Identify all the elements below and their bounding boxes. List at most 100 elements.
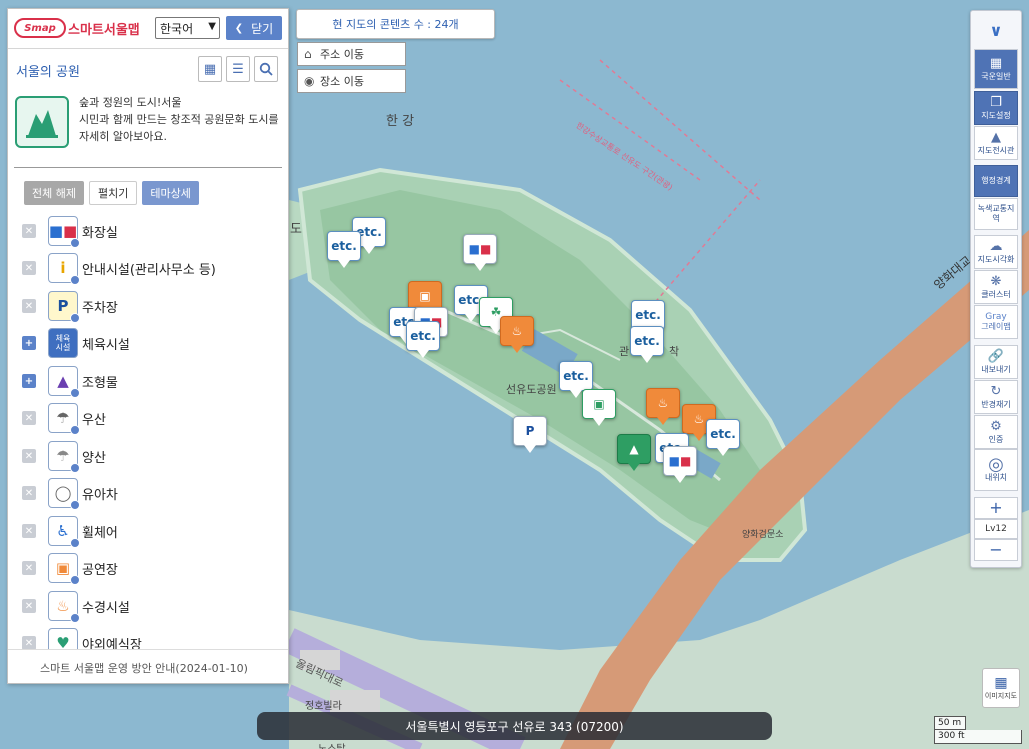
grid-view-button[interactable]: ▦ xyxy=(198,56,222,82)
auth-button[interactable]: ⚙ 인증 xyxy=(974,415,1018,449)
panel-footer: 스마트 서울맵 운영 방안 안내(2024-01-10) xyxy=(8,649,288,683)
category-item-sports[interactable]: + 체육 시설 체육시설 xyxy=(22,326,284,360)
category-label: 체육시설 xyxy=(82,337,130,353)
list-icon: ☰ xyxy=(232,61,244,77)
map-settings-button[interactable]: ❐ 지도설정 xyxy=(974,91,1018,125)
map-marker-fountain[interactable]: ♨ xyxy=(646,388,680,426)
image-map-button[interactable]: ▦ 이미지지도 xyxy=(982,668,1020,708)
map-marker-toilet[interactable]: ■■ xyxy=(463,234,497,272)
map-marker-parking[interactable]: P xyxy=(513,416,547,454)
cluster-button[interactable]: ❋ 클러스터 xyxy=(974,270,1018,304)
list-view-button[interactable]: ☰ xyxy=(226,56,250,82)
scale-metric: 50 m xyxy=(934,716,966,730)
category-expand-toggle[interactable]: + xyxy=(22,374,36,388)
plus-icon: + xyxy=(989,498,1003,517)
category-toggle[interactable]: ✕ xyxy=(22,224,36,238)
map-marker-photo[interactable]: ▣ xyxy=(582,389,616,427)
parasol-icon: ☂ xyxy=(48,441,80,473)
gray-map-label: 그레이맵 xyxy=(981,322,1011,331)
green-transport-label: 녹색교통지역 xyxy=(977,204,1015,223)
map-exhibit-button[interactable]: ▲ 지도전시관 xyxy=(974,126,1018,160)
map-marker-etc[interactable]: etc. xyxy=(706,419,740,457)
minus-icon: − xyxy=(989,540,1003,559)
smart-seoul-map-logo[interactable]: Smap 스마트서울맵 xyxy=(14,18,140,38)
map-toolbar: ∨ ▦ 국운일반 ❐ 지도설정 ▲ 지도전시관 행정경계 녹색교통지역 ☁ 지도… xyxy=(970,10,1022,568)
panel-header: Smap 스마트서울맵 한국어 ▼ ❮ 닫기 xyxy=(8,9,288,49)
zoom-level-label: Lv12 xyxy=(985,524,1007,534)
green-transport-button[interactable]: 녹색교통지역 xyxy=(974,198,1018,230)
category-toggle[interactable]: ✕ xyxy=(22,411,36,425)
search-button[interactable] xyxy=(254,56,278,82)
category-toggle[interactable]: ✕ xyxy=(22,524,36,538)
map-marker-scenery[interactable]: ▲ xyxy=(617,434,651,472)
category-item-umbrella[interactable]: ✕ ☂ 우산 xyxy=(22,401,284,435)
map-label-park: 선유도공원 xyxy=(506,383,557,396)
divider xyxy=(14,167,282,168)
category-toggle[interactable]: ✕ xyxy=(22,449,36,463)
place-move-label: 장소 이동 xyxy=(320,75,364,88)
zoom-in-button[interactable]: + xyxy=(974,497,1018,519)
sports-icon: 체육 시설 xyxy=(48,328,78,358)
category-toggle[interactable]: ✕ xyxy=(22,261,36,275)
map-label-river: 한 강 xyxy=(386,114,415,129)
theme-intro: 숲과 정원의 도시!서울 시민과 함께 만드는 창조적 공원문화 도시를 자세히… xyxy=(15,94,283,166)
map-marker-toilet[interactable]: ■■ xyxy=(663,446,697,484)
category-expand-toggle[interactable]: + xyxy=(22,336,36,350)
photo-icon: ▣ xyxy=(582,389,616,419)
toilet-icon: ■■ xyxy=(663,446,697,476)
place-move-button[interactable]: ◉ 장소 이동 xyxy=(297,69,406,93)
chevron-down-icon: ▼ xyxy=(208,21,216,32)
map-marker-etc[interactable]: etc. xyxy=(406,321,440,359)
basemap-thumbnail-icon: ▦ xyxy=(989,56,1003,71)
export-button[interactable]: 🔗 내보내기 xyxy=(974,345,1018,379)
category-toggle[interactable]: ✕ xyxy=(22,486,36,500)
map-marker-etc[interactable]: etc. xyxy=(630,326,664,364)
cluster-label: 클러스터 xyxy=(981,290,1011,299)
close-label: 닫기 xyxy=(251,21,274,36)
category-toggle[interactable]: ✕ xyxy=(22,599,36,613)
umbrella-icon: ☂ xyxy=(48,403,80,435)
language-select[interactable]: 한국어 ▼ xyxy=(155,17,220,39)
zoom-out-button[interactable]: − xyxy=(974,539,1018,561)
scale-imperial: 300 ft xyxy=(934,730,1022,744)
category-item-parasol[interactable]: ✕ ☂ 양산 xyxy=(22,439,284,473)
category-toggle[interactable]: ✕ xyxy=(22,636,36,650)
collapse-toolbar-button[interactable]: ∨ xyxy=(971,11,1021,49)
category-item-sculpture[interactable]: + ▲ 조형물 xyxy=(22,364,284,398)
disable-all-button[interactable]: 전체 해제 xyxy=(24,181,84,205)
category-item-info[interactable]: ✕ i 안내시설(관리사무소 등) xyxy=(22,251,284,285)
basemap-button[interactable]: ▦ 국운일반 xyxy=(974,49,1018,89)
map-label-gate: 양화검문소 xyxy=(742,530,784,540)
crosshair-icon: ◎ xyxy=(988,454,1004,475)
radius-measure-button[interactable]: ↻ 반경재기 xyxy=(974,380,1018,414)
my-location-button[interactable]: ◎ 내위치 xyxy=(974,449,1018,491)
map-label-partial-bottom: 노스탑 xyxy=(318,740,346,749)
category-item-toilet[interactable]: ✕ ■ ■ 화장실 xyxy=(22,214,284,248)
close-panel-button[interactable]: ❮ 닫기 xyxy=(226,16,282,40)
category-item-stage[interactable]: ✕ ▣ 공연장 xyxy=(22,551,284,585)
category-item-wheelchair[interactable]: ✕ ♿ 휠체어 xyxy=(22,514,284,548)
category-item-stroller[interactable]: ✕ ◯ 유아차 xyxy=(22,476,284,510)
zoom-level-display: Lv12 xyxy=(974,519,1018,539)
admin-boundary-button[interactable]: 행정경계 xyxy=(974,165,1018,197)
category-item-parking[interactable]: ✕ P 주차장 xyxy=(22,289,284,323)
map-marker-etc[interactable]: etc. xyxy=(327,231,361,269)
cloud-icon: ☁ xyxy=(989,239,1003,254)
map-icon: ▦ xyxy=(994,675,1008,691)
category-toggle[interactable]: ✕ xyxy=(22,561,36,575)
category-toggle[interactable]: ✕ xyxy=(22,299,36,313)
fountain-icon: ♨ xyxy=(500,316,534,346)
map-label-partial-center: 관 xyxy=(619,345,630,358)
theme-description: 숲과 정원의 도시!서울 시민과 함께 만드는 창조적 공원문화 도시를 자세히… xyxy=(79,94,284,145)
expand-button[interactable]: 펼치기 xyxy=(88,181,138,205)
cluster-icon: ❋ xyxy=(990,274,1002,289)
map-visualization-button[interactable]: ☁ 지도시각화 xyxy=(974,235,1018,269)
map-marker-fountain[interactable]: ♨ xyxy=(500,316,534,354)
content-count-badge: 현 지도의 콘텐츠 수 : 24개 xyxy=(296,9,495,39)
theme-detail-button[interactable]: 테마상세 xyxy=(142,181,199,205)
address-move-button[interactable]: ⌂ 주소 이동 xyxy=(297,42,406,66)
category-item-fountain[interactable]: ✕ ♨ 수경시설 xyxy=(22,589,284,623)
gray-map-button[interactable]: Gray 그레이맵 xyxy=(974,305,1018,339)
operation-notice-link[interactable]: 스마트 서울맵 운영 방안 안내(2024-01-10) xyxy=(40,660,248,676)
image-map-label: 이미지지도 xyxy=(984,692,1018,700)
